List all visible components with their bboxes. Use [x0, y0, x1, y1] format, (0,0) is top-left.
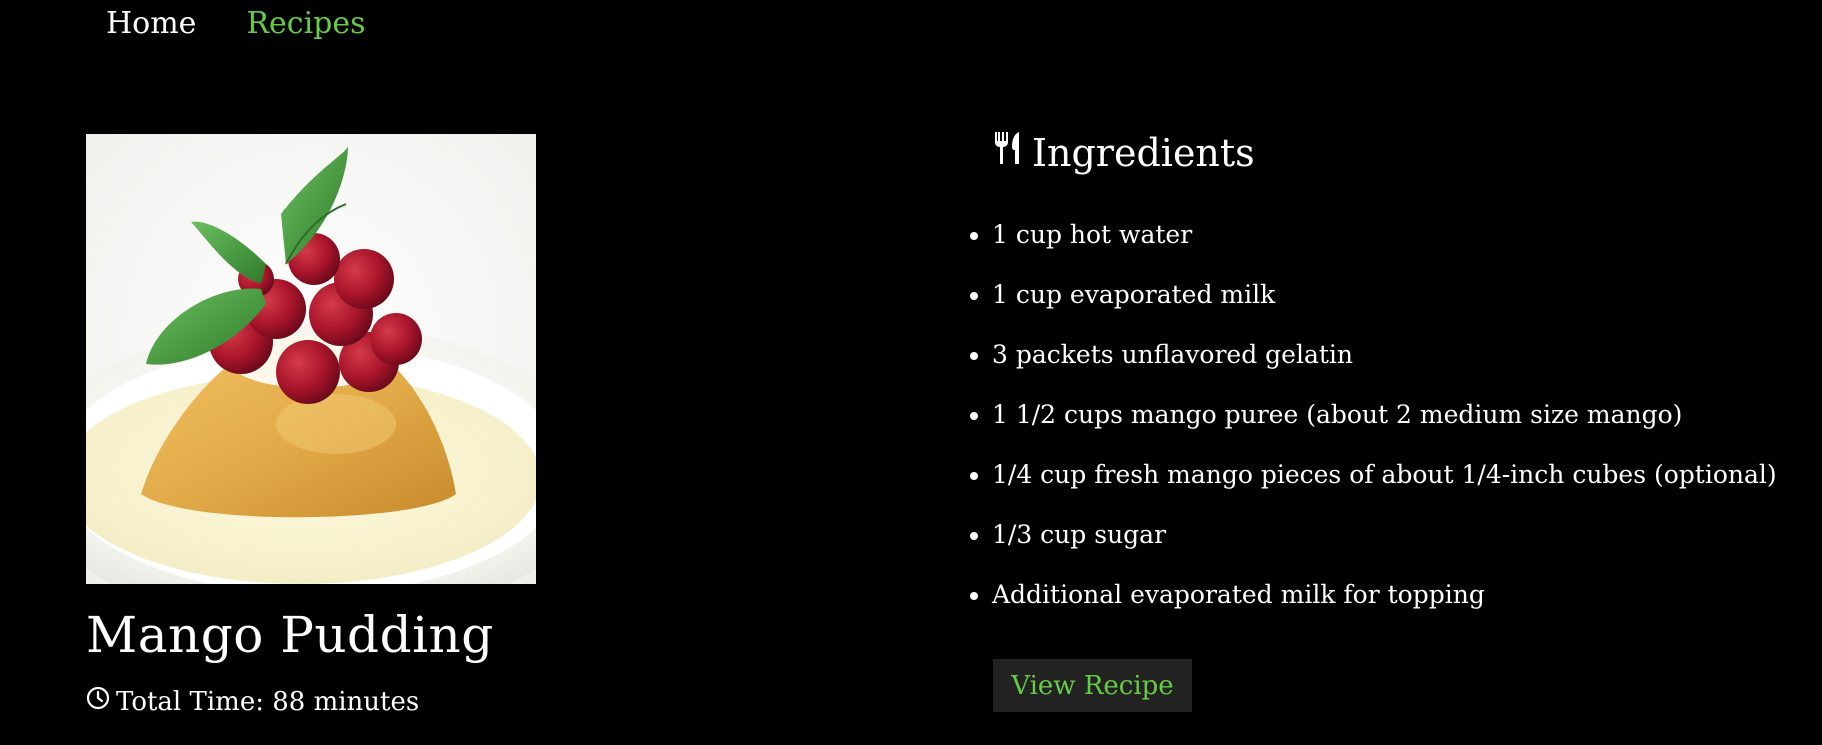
ingredient-item: 1/3 cup sugar: [992, 508, 1777, 568]
ingredients-heading-text: Ingredients: [1032, 130, 1255, 175]
recipe-photo: [86, 134, 536, 584]
mango-pudding-illustration: [86, 134, 536, 584]
total-time: Total Time: 88 minutes: [86, 686, 419, 717]
ingredient-item: Additional evaporated milk for topping: [992, 568, 1777, 628]
ingredient-item: 1 cup evaporated milk: [992, 268, 1777, 328]
clock-icon: [86, 686, 110, 717]
utensils-icon: [992, 130, 1024, 175]
ingredient-item: 1/4 cup fresh mango pieces of about 1/4-…: [992, 448, 1777, 508]
ingredient-item: 1 1/2 cups mango puree (about 2 medium s…: [992, 388, 1777, 448]
ingredients-heading: Ingredients: [992, 130, 1255, 175]
recipe-title: Mango Pudding: [86, 606, 494, 664]
nav-home-link[interactable]: Home: [106, 6, 196, 41]
ingredient-item: 3 packets unflavored gelatin: [992, 328, 1777, 388]
total-time-label: Total Time: 88 minutes: [116, 686, 420, 717]
top-nav: Home Recipes: [106, 0, 366, 46]
nav-recipes-link[interactable]: Recipes: [246, 6, 365, 41]
ingredients-list: 1 cup hot water 1 cup evaporated milk 3 …: [952, 208, 1777, 628]
view-recipe-button[interactable]: View Recipe: [993, 659, 1192, 712]
ingredient-item: 1 cup hot water: [992, 208, 1777, 268]
